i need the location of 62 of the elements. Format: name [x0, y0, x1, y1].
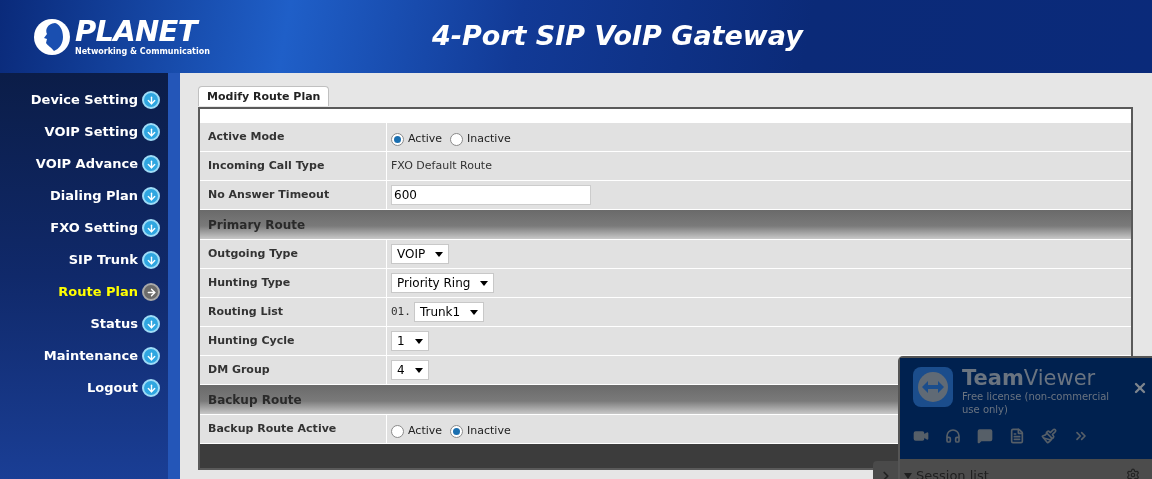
value-text: FXO Default Route	[391, 157, 492, 174]
field-label: Active Mode	[208, 128, 285, 145]
dropdown[interactable]: Priority Ring	[391, 273, 495, 293]
nav-link[interactable]: Device Setting	[30, 90, 138, 110]
radio-label: Active	[408, 130, 443, 147]
caret-icon	[904, 473, 912, 479]
field-label: Outgoing Type	[208, 245, 298, 262]
document-icon[interactable]	[1009, 428, 1025, 444]
dropdown[interactable]: 4	[391, 360, 429, 380]
field-label: Incoming Call Type	[208, 157, 325, 174]
radio-label: Inactive	[467, 130, 511, 147]
nav-link[interactable]: Dialing Plan	[49, 186, 138, 206]
brush-icon[interactable]	[1041, 428, 1057, 444]
field-label: Routing List	[208, 303, 283, 320]
arrow-down-icon	[142, 123, 160, 141]
side-tab[interactable]	[873, 461, 898, 479]
tab[interactable]: Modify Route Plan	[198, 86, 330, 106]
logo-icon	[33, 17, 71, 56]
radio-label: Inactive	[467, 422, 511, 439]
arrow-down-icon	[142, 315, 160, 333]
nav-link[interactable]: Maintenance	[43, 346, 138, 366]
input-field[interactable]: 600	[391, 185, 591, 205]
nav-link[interactable]: FXO Setting	[50, 218, 138, 238]
close-icon[interactable]	[1132, 380, 1148, 396]
nav-link[interactable]: Status	[90, 314, 138, 334]
arrow-down-icon	[142, 347, 160, 365]
video-camera-icon[interactable]	[913, 428, 929, 444]
arrow-down-icon	[142, 251, 160, 269]
dropdown[interactable]: Trunk1	[413, 302, 485, 322]
nav-link[interactable]: Route Plan	[58, 282, 138, 302]
nav-link[interactable]: Logout	[87, 378, 138, 398]
radio-button[interactable]	[450, 424, 464, 438]
settings-icon[interactable]	[1126, 468, 1140, 479]
arrow-down-icon	[142, 91, 160, 109]
field-label: Hunting Type	[208, 274, 291, 291]
nav-link[interactable]: VOIP Advance	[35, 154, 138, 174]
page-title: 4-Port SIP VoIP Gateway	[431, 19, 803, 54]
radio-button[interactable]	[391, 132, 404, 146]
field-label: Backup Route Active	[208, 420, 337, 437]
arrow-down-icon	[142, 219, 160, 237]
nav-link[interactable]: VOIP Setting	[44, 122, 138, 142]
logo-icon	[912, 366, 954, 408]
field-label: No Answer Timeout	[208, 186, 330, 203]
headset-icon[interactable]	[945, 428, 961, 444]
arrow-right-icon	[142, 283, 160, 301]
logo-tagline: Networking & Communication	[75, 48, 210, 56]
arrow-down-icon	[142, 379, 160, 397]
nav-link[interactable]: SIP Trunk	[68, 250, 138, 270]
radio-label: Active	[408, 422, 443, 439]
logo-wordmark: PLANET	[75, 17, 210, 46]
radio-button[interactable]	[391, 424, 404, 438]
chat-icon[interactable]	[977, 428, 993, 444]
section-header: Primary Route	[200, 210, 1131, 240]
license-text: Free license (non-commercial use only)	[962, 390, 1111, 416]
field-label: Hunting Cycle	[208, 332, 295, 349]
dropdown[interactable]: VOIP	[391, 244, 450, 264]
arrow-down-icon	[142, 155, 160, 173]
list-index: 01.	[391, 303, 411, 320]
field-label: DM Group	[208, 361, 270, 378]
arrow-down-icon	[142, 187, 160, 205]
dropdown[interactable]: 1	[391, 331, 429, 351]
radio-button[interactable]	[450, 132, 464, 146]
